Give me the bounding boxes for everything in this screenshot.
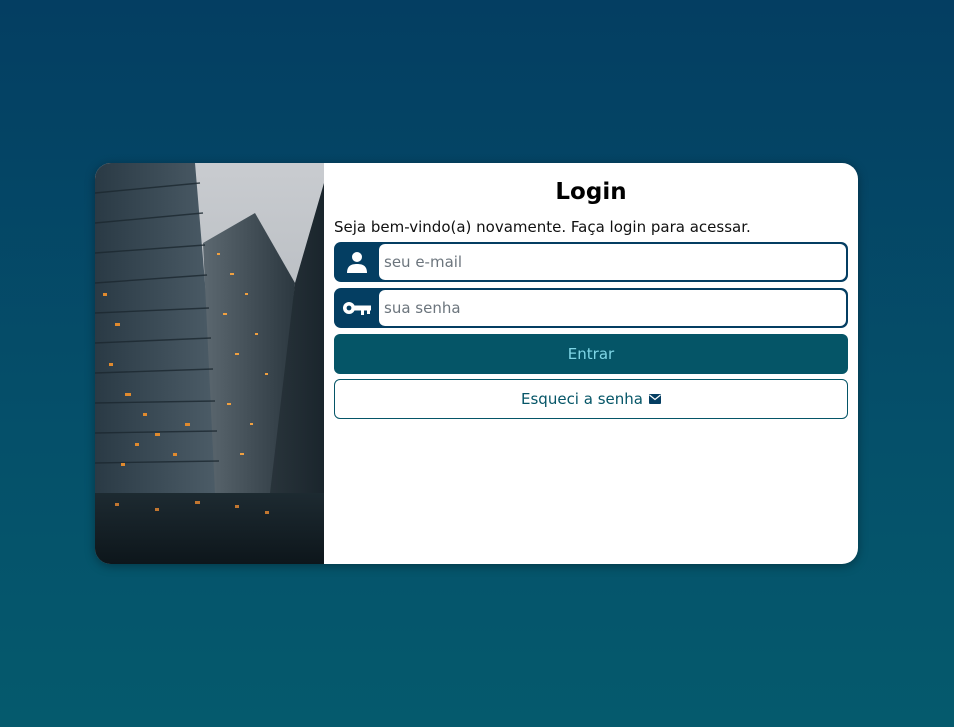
email-field[interactable] xyxy=(379,244,846,280)
buildings-photo xyxy=(95,163,324,564)
user-icon xyxy=(334,244,379,280)
forgot-password-button[interactable]: Esqueci a senha xyxy=(334,379,848,419)
email-input-group xyxy=(334,242,848,282)
buildings-image xyxy=(95,163,324,564)
key-icon xyxy=(334,290,379,326)
page-title: Login xyxy=(555,179,627,205)
login-card: Login Seja bem-vindo(a) novamente. Faça … xyxy=(95,163,858,564)
welcome-text: Seja bem-vindo(a) novamente. Faça login … xyxy=(334,218,751,236)
submit-button[interactable]: Entrar xyxy=(334,334,848,374)
submit-label: Entrar xyxy=(567,345,615,363)
forgot-label: Esqueci a senha xyxy=(521,390,643,408)
envelope-icon xyxy=(648,394,661,404)
password-field[interactable] xyxy=(379,290,846,326)
login-form: Login Seja bem-vindo(a) novamente. Faça … xyxy=(324,163,858,564)
password-input-group xyxy=(334,288,848,328)
